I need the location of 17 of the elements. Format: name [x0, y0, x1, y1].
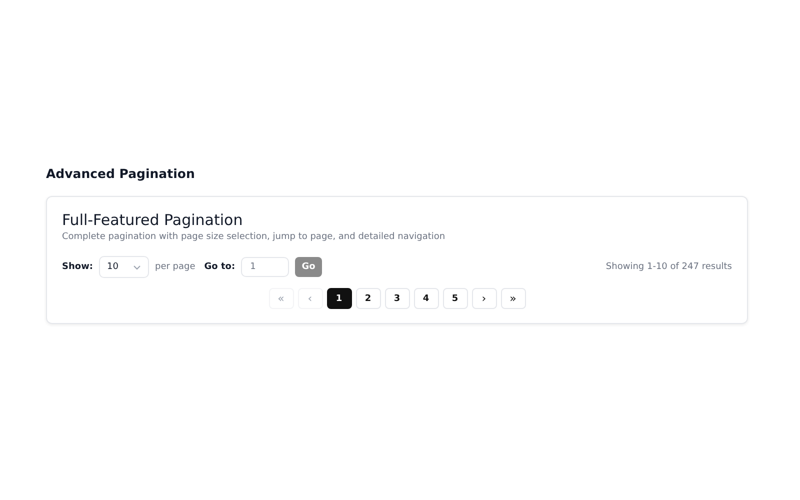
card-description: Complete pagination with page size selection, jump to page, and detailed navigation [62, 232, 446, 242]
page-button[interactable]: 4 [414, 288, 438, 309]
nav-button[interactable]: › [472, 288, 496, 309]
chevron-down-icon [133, 264, 141, 270]
show-label: Show: [62, 262, 93, 272]
card-title: Full-Featured Pagination [62, 211, 244, 229]
results-summary: Showing 1-10 of 247 results [606, 262, 732, 272]
section-title: Advanced Pagination [46, 166, 196, 181]
goto-label: Go to: [204, 262, 236, 272]
per-page-label: per page [155, 262, 196, 272]
page-size-select[interactable]: 10 [99, 256, 149, 278]
goto-page-field[interactable]: 1 [241, 257, 290, 277]
page-button[interactable]: 1 [326, 288, 352, 309]
page-button[interactable]: 2 [356, 288, 380, 309]
nav-button[interactable]: » [500, 288, 526, 309]
page-button[interactable]: 3 [384, 288, 410, 309]
page-button[interactable]: 5 [442, 288, 468, 309]
